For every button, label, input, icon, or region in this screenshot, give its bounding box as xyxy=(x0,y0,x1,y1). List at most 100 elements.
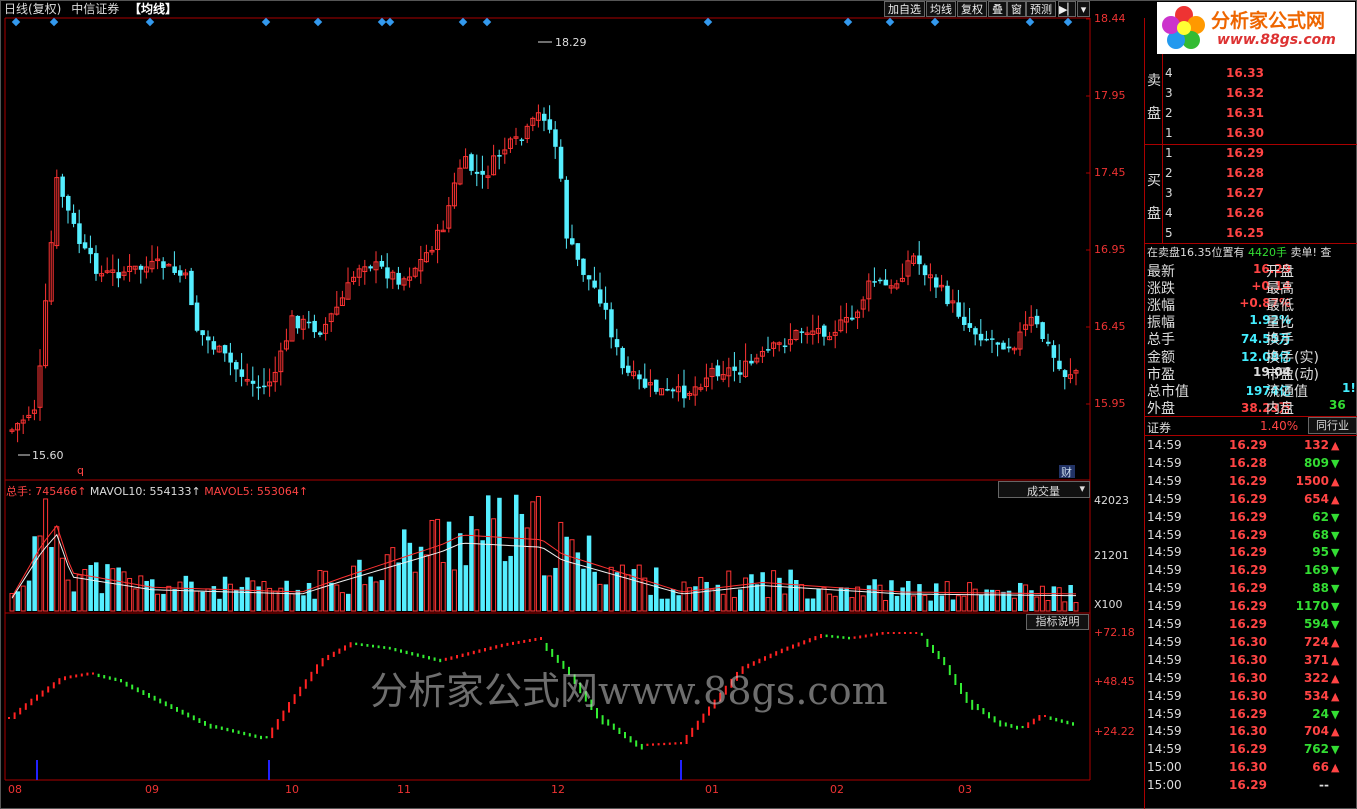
indicator-segment xyxy=(125,681,128,687)
trade-time: 14:59 xyxy=(1147,473,1182,488)
indicator-segment xyxy=(926,638,929,647)
candle-body-down xyxy=(547,119,553,130)
trade-volume: 594 xyxy=(1303,617,1329,631)
event-diamond xyxy=(482,17,492,27)
trade-time: 14:59 xyxy=(1147,545,1182,560)
volume-bar-up xyxy=(955,595,961,612)
candle-body-down xyxy=(967,323,973,328)
indicator-help-button[interactable]: 指标说明 xyxy=(1026,614,1089,630)
indicator-segment xyxy=(668,742,671,745)
trade-time: 14:59 xyxy=(1147,670,1182,685)
buy-row-5[interactable]: 5 16.25 xyxy=(1162,226,1357,246)
volume-bar-down xyxy=(497,497,502,611)
indicator-segment xyxy=(215,725,218,729)
candle-body-down xyxy=(172,266,177,273)
trade-price: 16.29 xyxy=(1229,599,1267,614)
candle-body-down xyxy=(77,223,82,244)
volume-bar-down xyxy=(906,580,911,611)
indicator-segment xyxy=(92,672,94,675)
trade-price: 16.29 xyxy=(1229,617,1267,631)
buy-row-3[interactable]: 3 16.27 xyxy=(1162,186,1357,206)
same-industry-button[interactable]: 同行业 xyxy=(1308,417,1357,434)
trade-row: 14:59 16.29 132 ▲ xyxy=(1147,438,1357,456)
buy-row-1[interactable]: 1 16.29 xyxy=(1162,146,1357,166)
volume-indicator-select[interactable]: 成交量 ▾ xyxy=(998,481,1090,498)
trade-row: 14:59 16.29 594 ▼ xyxy=(1147,617,1357,635)
indicator-segment xyxy=(19,707,22,715)
indicator-segment xyxy=(937,651,940,660)
volume-bar-up xyxy=(177,581,183,612)
volume-bar-down xyxy=(49,547,54,611)
sell-row-4[interactable]: 4 16.33 xyxy=(1162,66,1357,86)
candle-body-down xyxy=(609,309,614,338)
volume-bar-down xyxy=(514,494,519,611)
sell-row-1[interactable]: 1 16.30 xyxy=(1162,126,1357,146)
volume-bar-down xyxy=(816,588,821,611)
trade-volume: 66 xyxy=(1312,760,1329,775)
indicator-segment xyxy=(1004,722,1007,727)
candle-body-down xyxy=(715,365,721,377)
indicator-segment xyxy=(13,712,16,719)
trade-time: 14:59 xyxy=(1147,706,1182,721)
month-label: 02 xyxy=(830,783,844,796)
event-diamond xyxy=(885,17,895,27)
big-order-alert[interactable]: 在卖盘16.35位置有 4420手 卖单! 查 xyxy=(1147,244,1331,260)
volume-bar-up xyxy=(911,595,917,612)
indicator-segment xyxy=(349,642,352,648)
event-diamond xyxy=(145,17,155,27)
volume-unit: X100 xyxy=(1094,598,1123,611)
candle-body-down xyxy=(94,253,99,274)
trade-row: 14:59 16.30 322 ▲ xyxy=(1147,671,1357,689)
trade-time: 14:59 xyxy=(1147,724,1182,739)
flower-logo-icon xyxy=(1162,6,1205,49)
indicator-segment xyxy=(394,648,397,652)
volume-bar-up xyxy=(535,496,541,612)
indicator-segment xyxy=(192,715,195,721)
sector-change: 1.40% xyxy=(1260,419,1299,433)
buy-row-2[interactable]: 2 16.28 xyxy=(1162,166,1357,186)
trade-price: 16.29 xyxy=(1229,491,1267,506)
trade-row: 14:59 16.29 654 ▲ xyxy=(1147,492,1357,510)
volume-bar-up xyxy=(1011,597,1017,612)
candle-body-down xyxy=(978,333,984,341)
volume-bar-up xyxy=(832,595,838,612)
trade-price: 16.29 xyxy=(1229,581,1267,596)
volume-bar-up xyxy=(76,574,82,612)
candle-body-down xyxy=(962,316,967,325)
indicator-tick: +48.45 xyxy=(1094,675,1135,688)
volume-ma5: MAVOL5: 553064↑ xyxy=(204,485,309,498)
buy-row-4[interactable]: 4 16.26 xyxy=(1162,206,1357,226)
indicator-segment xyxy=(1027,722,1030,728)
indicator-segment xyxy=(108,676,111,680)
volume-bar-down xyxy=(760,572,765,611)
volume-bar-down xyxy=(32,536,37,611)
sell-row-3[interactable]: 3 16.32 xyxy=(1162,86,1357,106)
candle-body-down xyxy=(116,272,121,279)
volume-bar-down xyxy=(665,598,670,611)
volume-bar-up xyxy=(636,564,642,612)
volume-bar-down xyxy=(603,584,609,611)
volume-bar-down xyxy=(889,580,894,611)
indicator-segment xyxy=(629,736,632,743)
indicator-segment xyxy=(304,679,307,689)
volume-bar-down xyxy=(306,582,312,611)
arrow-down-icon: ▼ xyxy=(1331,564,1340,578)
indicator-segment xyxy=(164,701,167,707)
sell-row-2[interactable]: 2 16.31 xyxy=(1162,106,1357,126)
indicator-segment xyxy=(181,709,184,715)
volume-bar-up xyxy=(435,518,441,612)
inner-volume: 36 xyxy=(1329,398,1346,412)
trade-volume: 68 xyxy=(1312,527,1329,542)
trade-price: 16.30 xyxy=(1229,688,1267,703)
indicator-segment xyxy=(467,652,470,656)
low-label: 15.60 xyxy=(32,449,64,462)
candle-body-down xyxy=(1046,341,1051,344)
volume-bar-down xyxy=(346,593,351,611)
trade-price: 16.29 xyxy=(1229,438,1267,452)
arrow-down-icon: ▼ xyxy=(1331,510,1340,524)
candle-body-down xyxy=(956,302,961,317)
volume-bar-up xyxy=(961,595,967,612)
volume-bar-down xyxy=(172,589,177,611)
candle-body-down xyxy=(620,347,625,369)
candle-body-down xyxy=(782,345,788,348)
